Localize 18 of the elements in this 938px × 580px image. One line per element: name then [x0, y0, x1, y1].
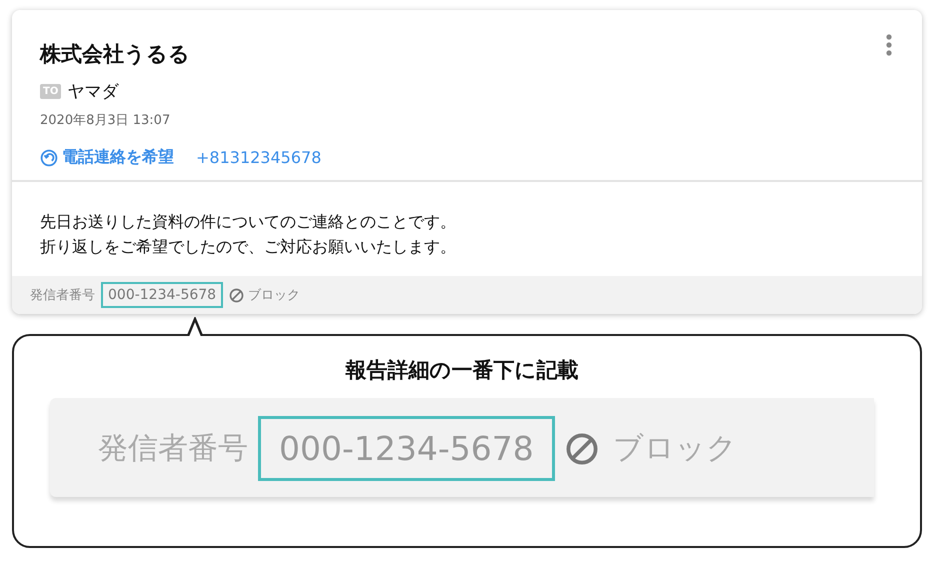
block-icon [229, 288, 244, 302]
caller-number: 000-1234-5678 [258, 416, 555, 481]
caller-number-label: 発信者番号 [30, 287, 95, 304]
recipient-name: ヤマダ [67, 81, 118, 103]
caller-number-label: 発信者番号 [98, 430, 248, 468]
company-name: 株式会社うるる [40, 41, 190, 68]
block-link[interactable]: ブロック [564, 428, 737, 469]
block-link[interactable]: ブロック [229, 286, 300, 304]
report-datetime: 2020年8月3日 13:07 [40, 112, 170, 129]
message-line: 折り返しをご希望でしたので、ご対応お願いいたします。 [40, 237, 457, 258]
callback-icon [40, 148, 58, 166]
message-line: 先日お送りした資料の件についてのご連絡とのことです。 [40, 212, 457, 233]
callout-title: 報告詳細の一番下に記載 [346, 357, 578, 384]
block-icon [564, 432, 599, 466]
callback-request: 電話連絡を希望 [62, 147, 174, 168]
caller-number: 000-1234-5678 [101, 282, 224, 308]
more-icon[interactable] [886, 34, 892, 56]
phone-link[interactable]: +81312345678 [196, 148, 322, 167]
